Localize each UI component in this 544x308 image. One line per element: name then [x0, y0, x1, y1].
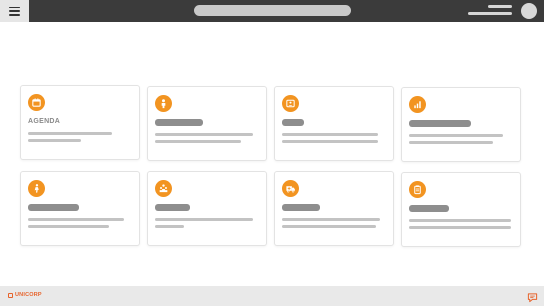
logo-mark-icon	[8, 292, 13, 298]
card-description-line	[282, 225, 376, 228]
id-card-icon	[282, 95, 299, 112]
module-card-6[interactable]	[147, 171, 267, 246]
calendar-icon	[28, 94, 45, 111]
card-description-line	[409, 226, 511, 229]
module-card-4[interactable]	[401, 87, 521, 162]
module-card-7[interactable]	[274, 171, 394, 246]
card-description-line	[409, 134, 503, 137]
module-card-3[interactable]	[274, 86, 394, 161]
card-description-line	[155, 218, 253, 221]
brand-name: UNICORP	[15, 292, 42, 298]
brand-logo[interactable]: UNICORP	[8, 292, 42, 298]
module-card-2[interactable]	[147, 86, 267, 161]
card-title	[155, 204, 190, 211]
card-description-line	[282, 218, 380, 221]
search-input[interactable]	[194, 5, 351, 16]
card-title	[28, 204, 79, 211]
chat-icon[interactable]	[527, 290, 538, 303]
hamburger-icon	[9, 6, 20, 16]
footer: UNICORP	[0, 286, 544, 306]
card-title	[409, 205, 449, 212]
card-description-line	[155, 133, 253, 136]
card-title	[282, 119, 304, 126]
card-title	[282, 204, 320, 211]
walking-person-icon	[28, 180, 45, 197]
card-description-line	[28, 225, 109, 228]
card-description-line	[28, 132, 112, 135]
avatar[interactable]	[521, 3, 537, 19]
card-title: AGENDA	[28, 118, 61, 125]
clipboard-icon	[409, 181, 426, 198]
card-title	[409, 120, 471, 127]
card-description-line	[409, 141, 493, 144]
card-description-line	[409, 219, 511, 222]
user-info	[468, 5, 514, 18]
card-description-line	[282, 133, 378, 136]
group-icon	[155, 180, 172, 197]
menu-button[interactable]	[0, 0, 29, 22]
module-card-agenda[interactable]: AGENDA	[20, 85, 140, 160]
top-bar	[0, 0, 544, 22]
card-description-line	[28, 139, 81, 142]
module-card-8[interactable]	[401, 172, 521, 247]
card-description-line	[155, 140, 241, 143]
bar-chart-icon	[409, 96, 426, 113]
card-title	[155, 119, 203, 126]
card-description-line	[155, 225, 184, 228]
ambulance-icon	[282, 180, 299, 197]
person-icon	[155, 95, 172, 112]
card-description-line	[282, 140, 378, 143]
module-card-5[interactable]	[20, 171, 140, 246]
card-description-line	[28, 218, 124, 221]
